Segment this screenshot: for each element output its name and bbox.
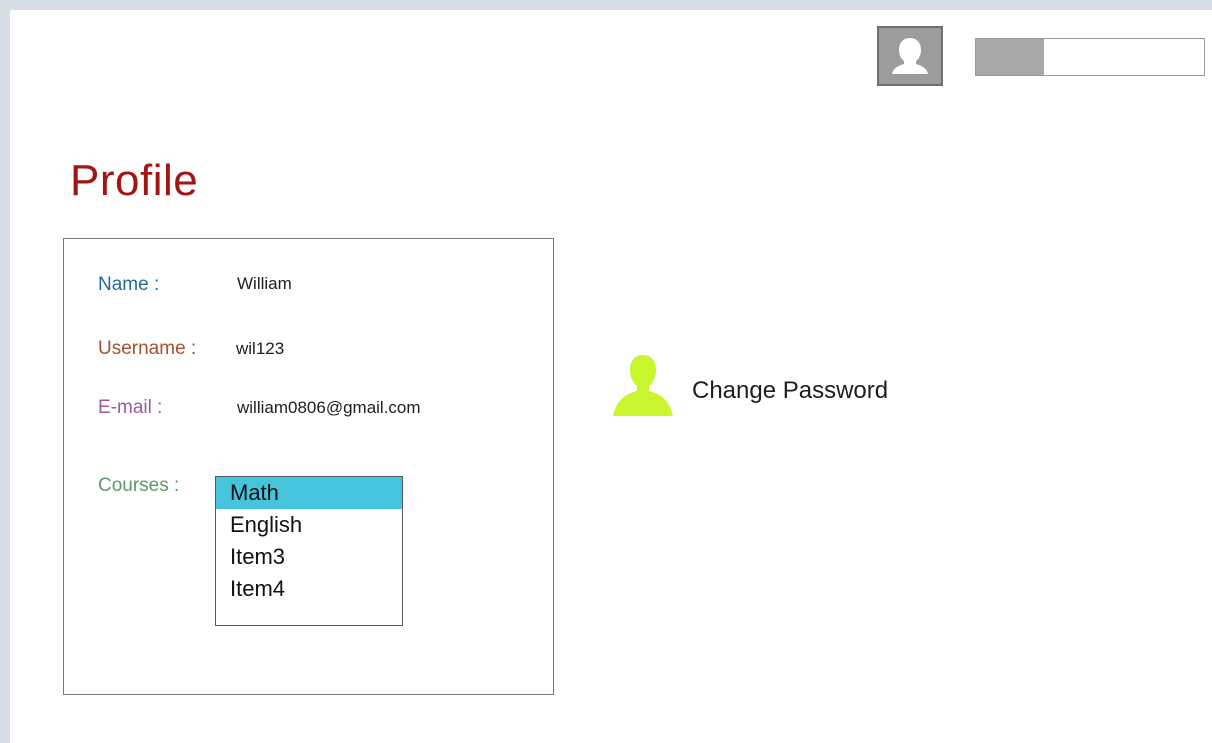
progress-bar (975, 38, 1205, 76)
course-item-4[interactable]: Item4 (216, 573, 402, 605)
email-value: william0806@gmail.com (237, 398, 421, 417)
name-label: Name : (98, 274, 160, 295)
courses-label: Courses : (98, 475, 180, 496)
courses-listbox[interactable]: Math English Item3 Item4 (215, 476, 403, 626)
page-title: Profile (70, 156, 199, 205)
course-item-3[interactable]: Item3 (216, 541, 402, 573)
email-label: E-mail : (98, 397, 163, 418)
profile-card: Name : William Username : wil123 E-mail … (63, 238, 554, 695)
change-password-label: Change Password (692, 377, 889, 404)
user-silhouette-icon (892, 38, 928, 74)
username-label: Username : (98, 338, 197, 359)
person-icon (613, 355, 673, 416)
app-canvas: Profile Name : William Username : wil123… (10, 10, 1212, 743)
change-password-link[interactable]: Change Password (610, 353, 888, 417)
username-value: wil123 (236, 339, 285, 358)
progress-fill (976, 39, 1045, 75)
course-item-math[interactable]: Math (216, 477, 402, 509)
avatar[interactable] (877, 26, 943, 86)
name-value: William (237, 274, 292, 293)
course-item-english[interactable]: English (216, 509, 402, 541)
